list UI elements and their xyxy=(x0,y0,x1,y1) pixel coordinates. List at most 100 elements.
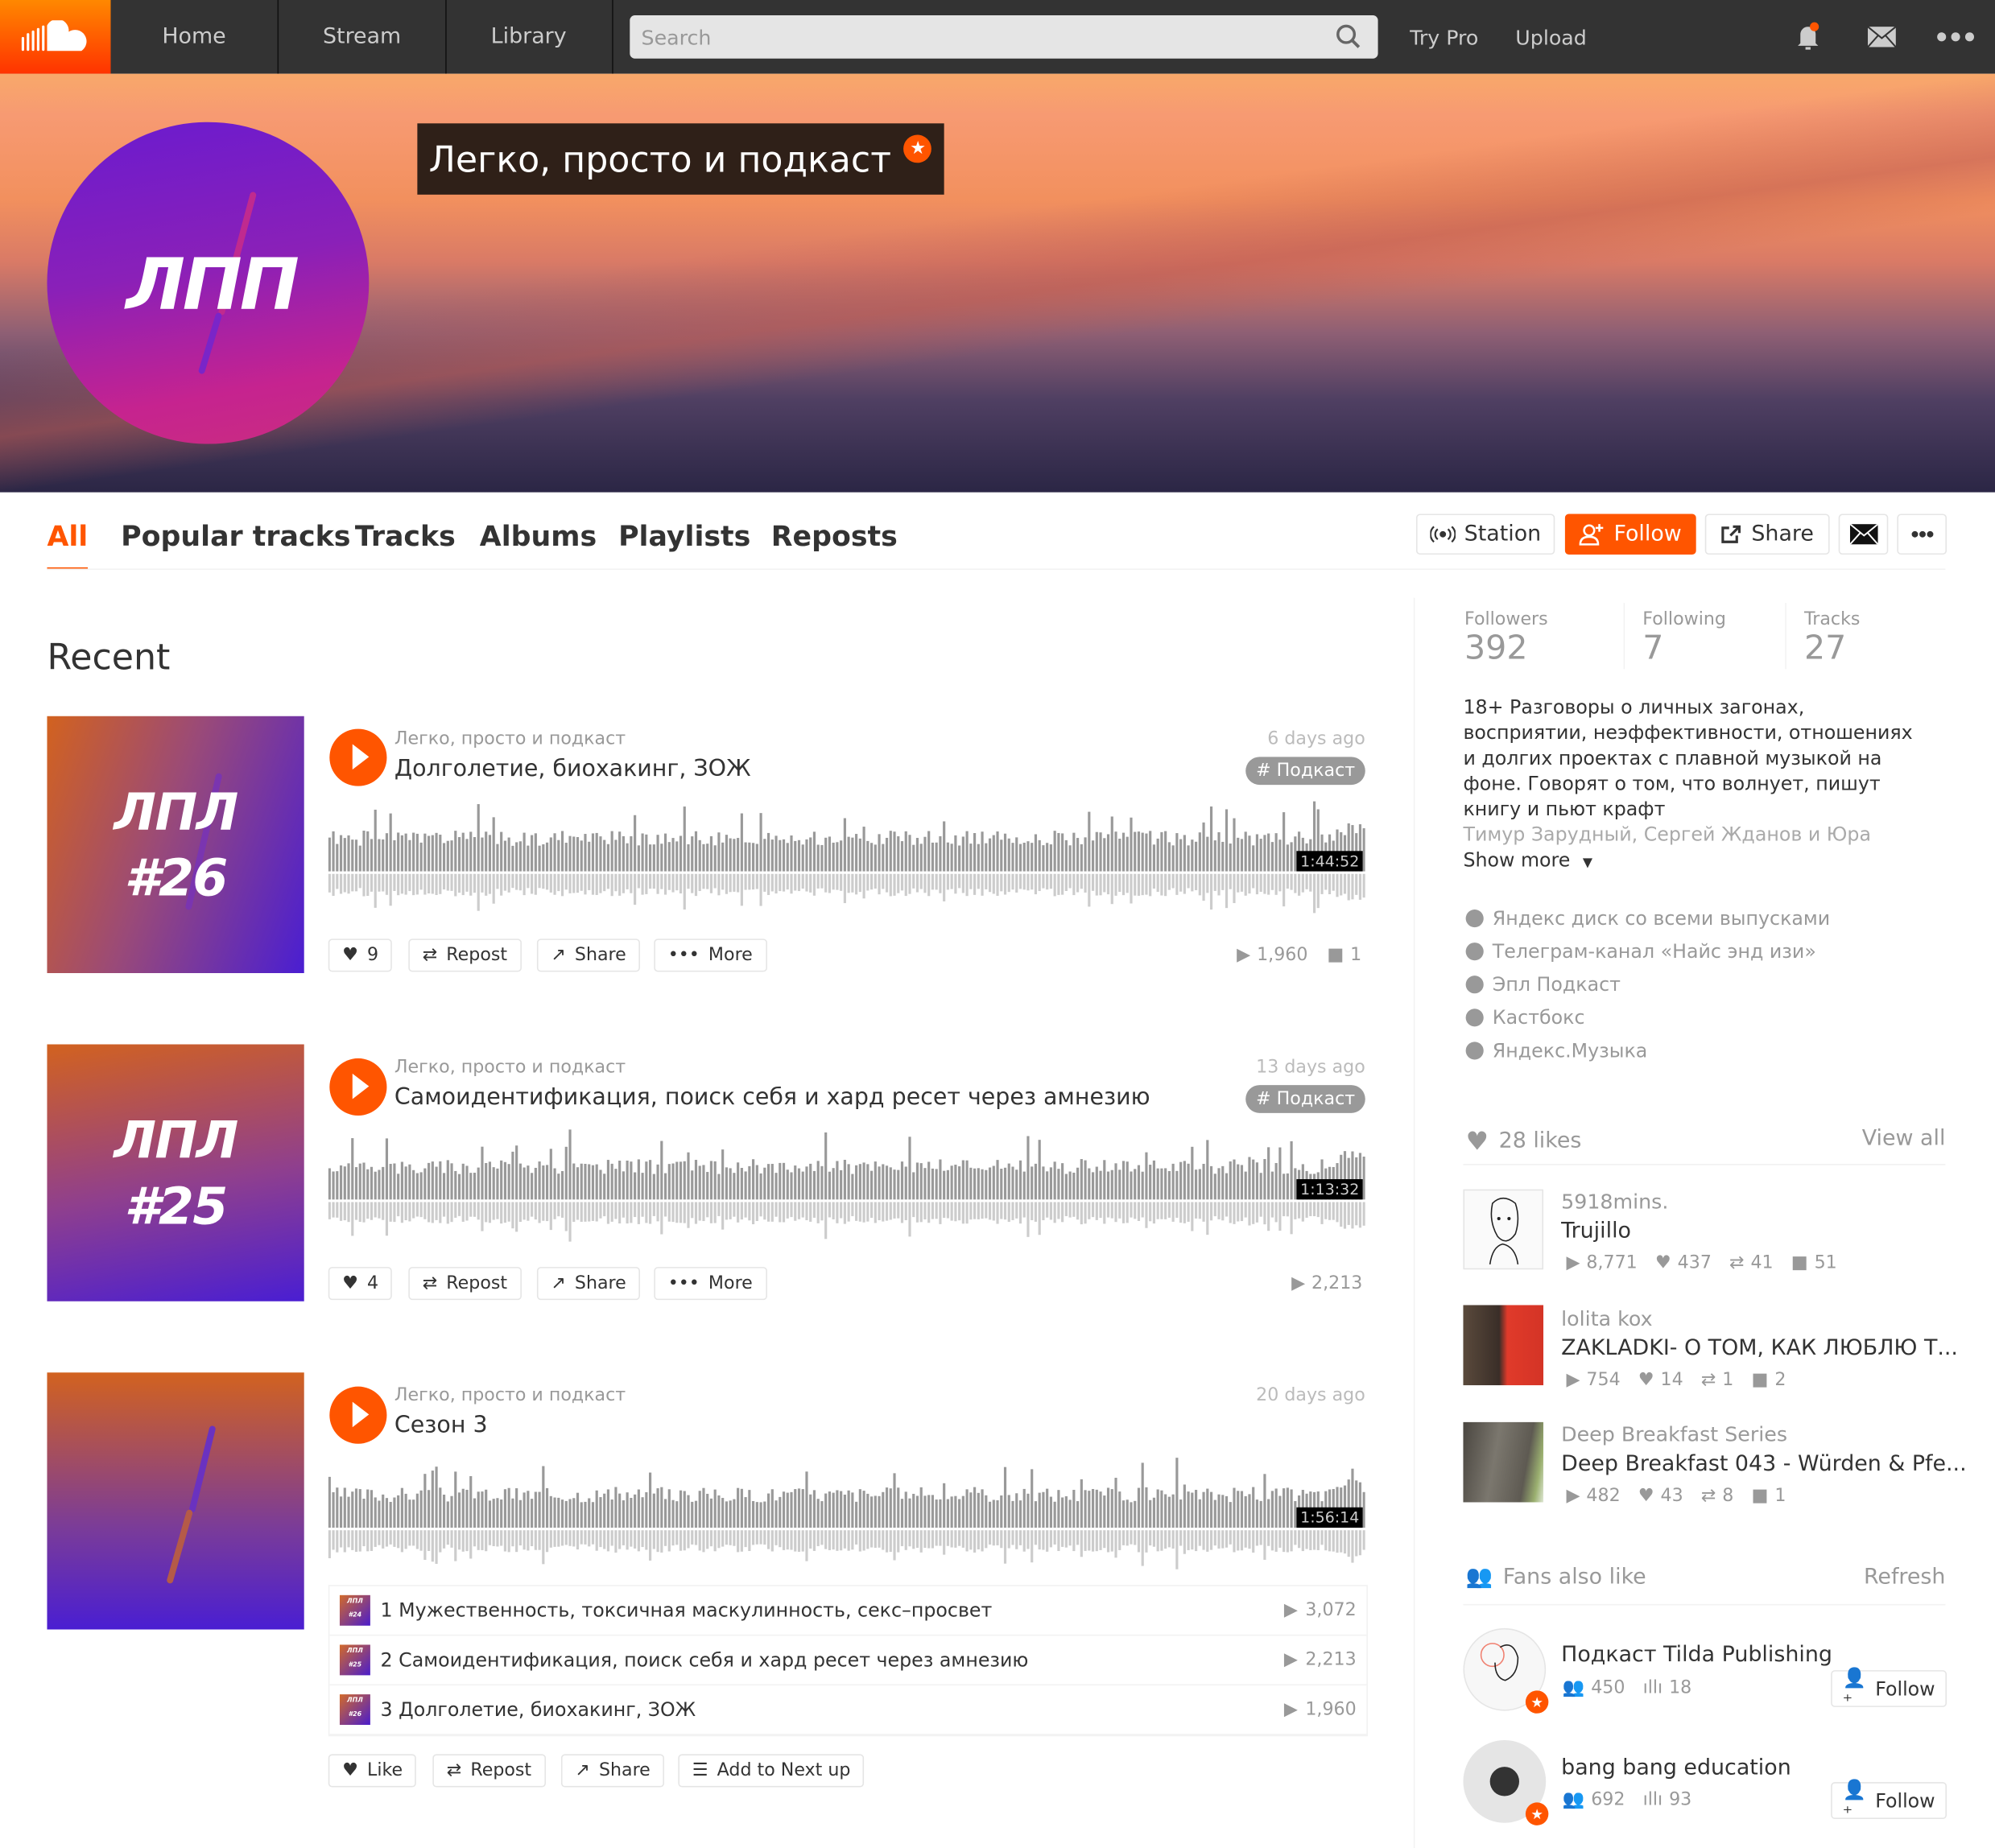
fan-follow-button[interactable]: 👤⁺ Follow xyxy=(1831,1778,1948,1824)
messages-button[interactable] xyxy=(1857,0,1907,74)
liked-track-artwork[interactable] xyxy=(1463,1305,1544,1386)
repost-label: Repost xyxy=(446,1273,508,1294)
playlist-track-row[interactable]: ЛПЛ #25 2 Самоидентификация, поиск себя … xyxy=(329,1636,1367,1686)
waveform[interactable] xyxy=(328,801,1365,916)
share-label: Share xyxy=(598,1760,651,1781)
stat-followers[interactable]: Followers 392 xyxy=(1464,609,1548,668)
fan-name[interactable]: bang bang education xyxy=(1561,1755,1791,1781)
track-thumbnail: ЛПЛ #25 xyxy=(339,1644,370,1676)
share-button[interactable]: Share xyxy=(1704,514,1830,555)
liked-track-title[interactable]: ZAKLADKI- О ТОМ, КАК ЛЮБЛЮ Т... xyxy=(1561,1335,1958,1361)
waveform[interactable] xyxy=(328,1129,1365,1244)
tab-all[interactable]: All xyxy=(47,522,89,571)
waveform[interactable] xyxy=(328,1458,1365,1572)
like-button[interactable]: ♥ 9 xyxy=(328,938,393,972)
liked-track-user[interactable]: lolita kox xyxy=(1561,1306,1652,1330)
waveform-reflection-bar xyxy=(560,1530,564,1546)
web-link[interactable]: Кастбокс xyxy=(1465,1001,1831,1034)
waveform-reflection-bar xyxy=(439,1530,442,1553)
playlist-artwork[interactable] xyxy=(47,1372,304,1630)
more-menu-button[interactable] xyxy=(1930,0,1981,74)
track-artwork[interactable]: ЛПЛ #25 xyxy=(47,1044,304,1301)
likes-stat: ♥ 14 xyxy=(1638,1370,1683,1391)
try-pro-link[interactable]: Try Pro xyxy=(1410,0,1478,74)
likes-header[interactable]: ♥ 28 likes xyxy=(1466,1126,1582,1157)
profile-avatar[interactable]: ЛПП xyxy=(47,122,370,444)
track-artwork[interactable]: ЛПЛ #26 xyxy=(47,716,304,974)
more-button[interactable]: ••• More xyxy=(654,1267,767,1301)
waveform-reflection-bar xyxy=(1064,1530,1068,1548)
search-icon[interactable] xyxy=(1335,23,1363,51)
tab-reposts[interactable]: Reposts xyxy=(771,522,898,567)
soundcloud-logo[interactable] xyxy=(0,0,111,74)
waveform-bar xyxy=(397,1174,400,1200)
view-all-link[interactable]: View all xyxy=(1862,1126,1946,1152)
track-uploader[interactable]: Легко, просто и подкаст xyxy=(394,729,626,749)
track-title[interactable]: Самоидентификация, поиск себя и хард рес… xyxy=(394,1084,1150,1111)
playlist-uploader[interactable]: Легко, просто и подкаст xyxy=(394,1385,626,1405)
refresh-link[interactable]: Refresh xyxy=(1864,1565,1945,1590)
track-tag[interactable]: # Подкаст xyxy=(1245,1085,1365,1113)
repost-button[interactable]: ⇄ Repost xyxy=(432,1754,546,1788)
play-button[interactable] xyxy=(329,728,387,786)
play-button[interactable] xyxy=(329,1058,387,1116)
show-more-button[interactable]: Show more ▼ xyxy=(1463,848,1592,871)
fan-name[interactable]: Подкаст Tilda Publishing xyxy=(1561,1642,1832,1668)
web-link[interactable]: Телеграм-канал «Найс энд изи» xyxy=(1465,935,1831,968)
waveform-reflection-bar xyxy=(1191,1202,1194,1231)
share-button[interactable]: ↗ Share xyxy=(560,1754,665,1788)
message-button[interactable] xyxy=(1838,514,1889,555)
playlist-track-row[interactable]: ЛПЛ #26 3 Долголетие, биохакинг, ЗОЖ ▶ 1,… xyxy=(329,1685,1367,1735)
like-button[interactable]: ♥ 4 xyxy=(328,1267,393,1301)
liked-track-title[interactable]: Trujillo xyxy=(1561,1219,1631,1244)
web-link[interactable]: Яндекс.Музыка xyxy=(1465,1034,1831,1067)
waveform-bar xyxy=(840,1491,843,1528)
follow-button[interactable]: Follow xyxy=(1564,514,1696,555)
liked-track-artwork[interactable] xyxy=(1463,1421,1544,1503)
tab-playlists[interactable]: Playlists xyxy=(618,522,750,567)
web-link[interactable]: Эпл Подкаст xyxy=(1465,968,1831,1001)
share-button[interactable]: ↗ Share xyxy=(536,1267,641,1301)
like-button[interactable]: ♥ Like xyxy=(328,1754,417,1788)
tab-tracks[interactable]: Tracks xyxy=(355,522,456,567)
waveform-reflection-bar xyxy=(737,1202,740,1223)
notifications-button[interactable] xyxy=(1782,0,1833,74)
liked-track-user[interactable]: Deep Breakfast Series xyxy=(1561,1422,1787,1446)
comment-count[interactable]: ■ 1 xyxy=(1327,945,1361,965)
tab-popular-tracks[interactable]: Popular tracks xyxy=(121,522,350,567)
repost-button[interactable]: ⇄ Repost xyxy=(408,938,522,972)
playlist-title[interactable]: Сезон 3 xyxy=(394,1412,488,1438)
fan-avatar[interactable]: ★ xyxy=(1463,1627,1549,1714)
add-to-next-up-button[interactable]: ☰ Add to Next up xyxy=(678,1754,865,1788)
waveform-bar xyxy=(985,1495,988,1528)
tab-albums[interactable]: Albums xyxy=(480,522,597,567)
waveform-bar xyxy=(584,1163,587,1200)
waveform-reflection-bar xyxy=(534,873,537,895)
share-button[interactable]: ↗ Share xyxy=(536,938,641,972)
web-link[interactable]: Яндекс диск со всеми выпусками xyxy=(1465,902,1830,935)
track-uploader[interactable]: Легко, просто и подкаст xyxy=(394,1057,626,1077)
track-tag[interactable]: # Подкаст xyxy=(1245,757,1365,786)
waveform-reflection-bar xyxy=(1290,873,1293,890)
liked-track-user[interactable]: 5918mins. xyxy=(1561,1190,1668,1214)
station-button[interactable]: Station xyxy=(1415,514,1555,555)
play-button[interactable] xyxy=(329,1386,387,1444)
playlist-track-row[interactable]: ЛПЛ #24 1 Мужественность, токсичная маск… xyxy=(329,1586,1367,1636)
search-input[interactable] xyxy=(630,23,1335,51)
fan-avatar[interactable]: ★ xyxy=(1463,1739,1549,1825)
liked-track-title[interactable]: Deep Breakfast 043 - Würden & Pfe... xyxy=(1561,1451,1967,1477)
liked-track-artwork[interactable] xyxy=(1463,1189,1544,1270)
more-button[interactable]: ••• More xyxy=(654,938,767,972)
repost-button[interactable]: ⇄ Repost xyxy=(408,1267,522,1301)
stat-following[interactable]: Following 7 xyxy=(1642,609,1726,668)
more-actions-button[interactable] xyxy=(1897,514,1948,555)
nav-home[interactable]: Home xyxy=(110,0,279,74)
track-title[interactable]: Долголетие, биохакинг, ЗОЖ xyxy=(394,756,751,782)
upload-link[interactable]: Upload xyxy=(1515,0,1587,74)
nav-stream[interactable]: Stream xyxy=(279,0,447,74)
fan-follow-button[interactable]: 👤⁺ Follow xyxy=(1831,1666,1948,1711)
nav-library[interactable]: Library xyxy=(445,0,613,74)
waveform-reflection-bar xyxy=(923,1530,927,1549)
waveform-reflection-bar xyxy=(1312,1530,1316,1550)
stat-tracks[interactable]: Tracks 27 xyxy=(1804,609,1860,668)
